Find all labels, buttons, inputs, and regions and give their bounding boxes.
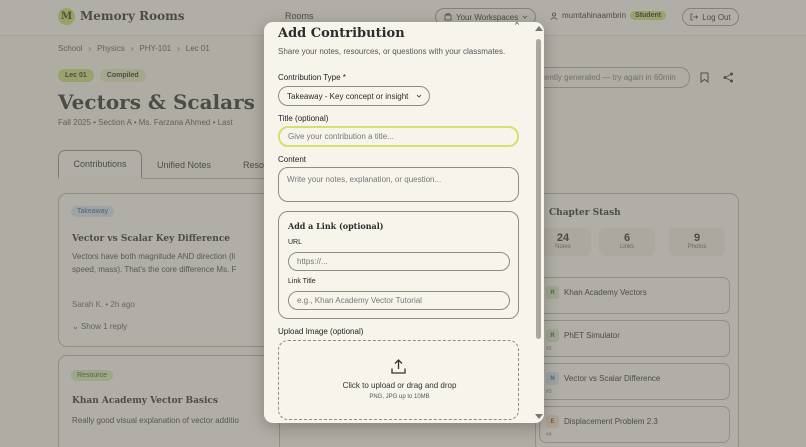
- modal-subtitle: Share your notes, resources, or question…: [278, 47, 506, 56]
- link-title-input[interactable]: e.g., Khan Academy Vector Tutorial: [288, 291, 510, 310]
- upload-label: Upload Image (optional): [278, 327, 364, 336]
- upload-instruction: Click to upload or drag and drop: [342, 381, 457, 390]
- title-label: Title (optional): [278, 114, 329, 123]
- link-title-label: Link Title: [288, 278, 316, 285]
- image-upload-dropzone[interactable]: Click to upload or drag and drop PNG, JP…: [278, 340, 519, 420]
- contribution-type-value: Takeaway - Key concept or insight: [287, 91, 409, 101]
- url-label: URL: [288, 239, 303, 246]
- upload-hint: PNG, JPG up to 10MB: [369, 394, 430, 400]
- content-textarea[interactable]: Write your notes, explanation, or questi…: [278, 167, 519, 202]
- chevron-down-icon: [416, 94, 422, 98]
- close-icon[interactable]: ×: [514, 22, 520, 29]
- modal-scrollbar[interactable]: [533, 22, 544, 423]
- scroll-thumb[interactable]: [536, 39, 541, 339]
- upload-icon: [391, 359, 406, 374]
- modal-title: Add Contribution: [278, 26, 405, 41]
- scroll-down-arrow-icon[interactable]: [535, 414, 543, 419]
- title-input[interactable]: Give your contribution a title...: [278, 126, 519, 147]
- url-input[interactable]: https://...: [288, 252, 510, 271]
- add-contribution-modal: × Add Contribution Share your notes, res…: [264, 22, 544, 423]
- contribution-type-label: Contribution Type *: [278, 73, 346, 82]
- content-label: Content: [278, 155, 307, 164]
- link-section-title: Add a Link (optional): [288, 221, 384, 231]
- link-section: Add a Link (optional) URL https://... Li…: [278, 211, 519, 319]
- contribution-type-select[interactable]: Takeaway - Key concept or insight: [278, 86, 430, 106]
- scroll-up-arrow-icon[interactable]: [535, 26, 543, 31]
